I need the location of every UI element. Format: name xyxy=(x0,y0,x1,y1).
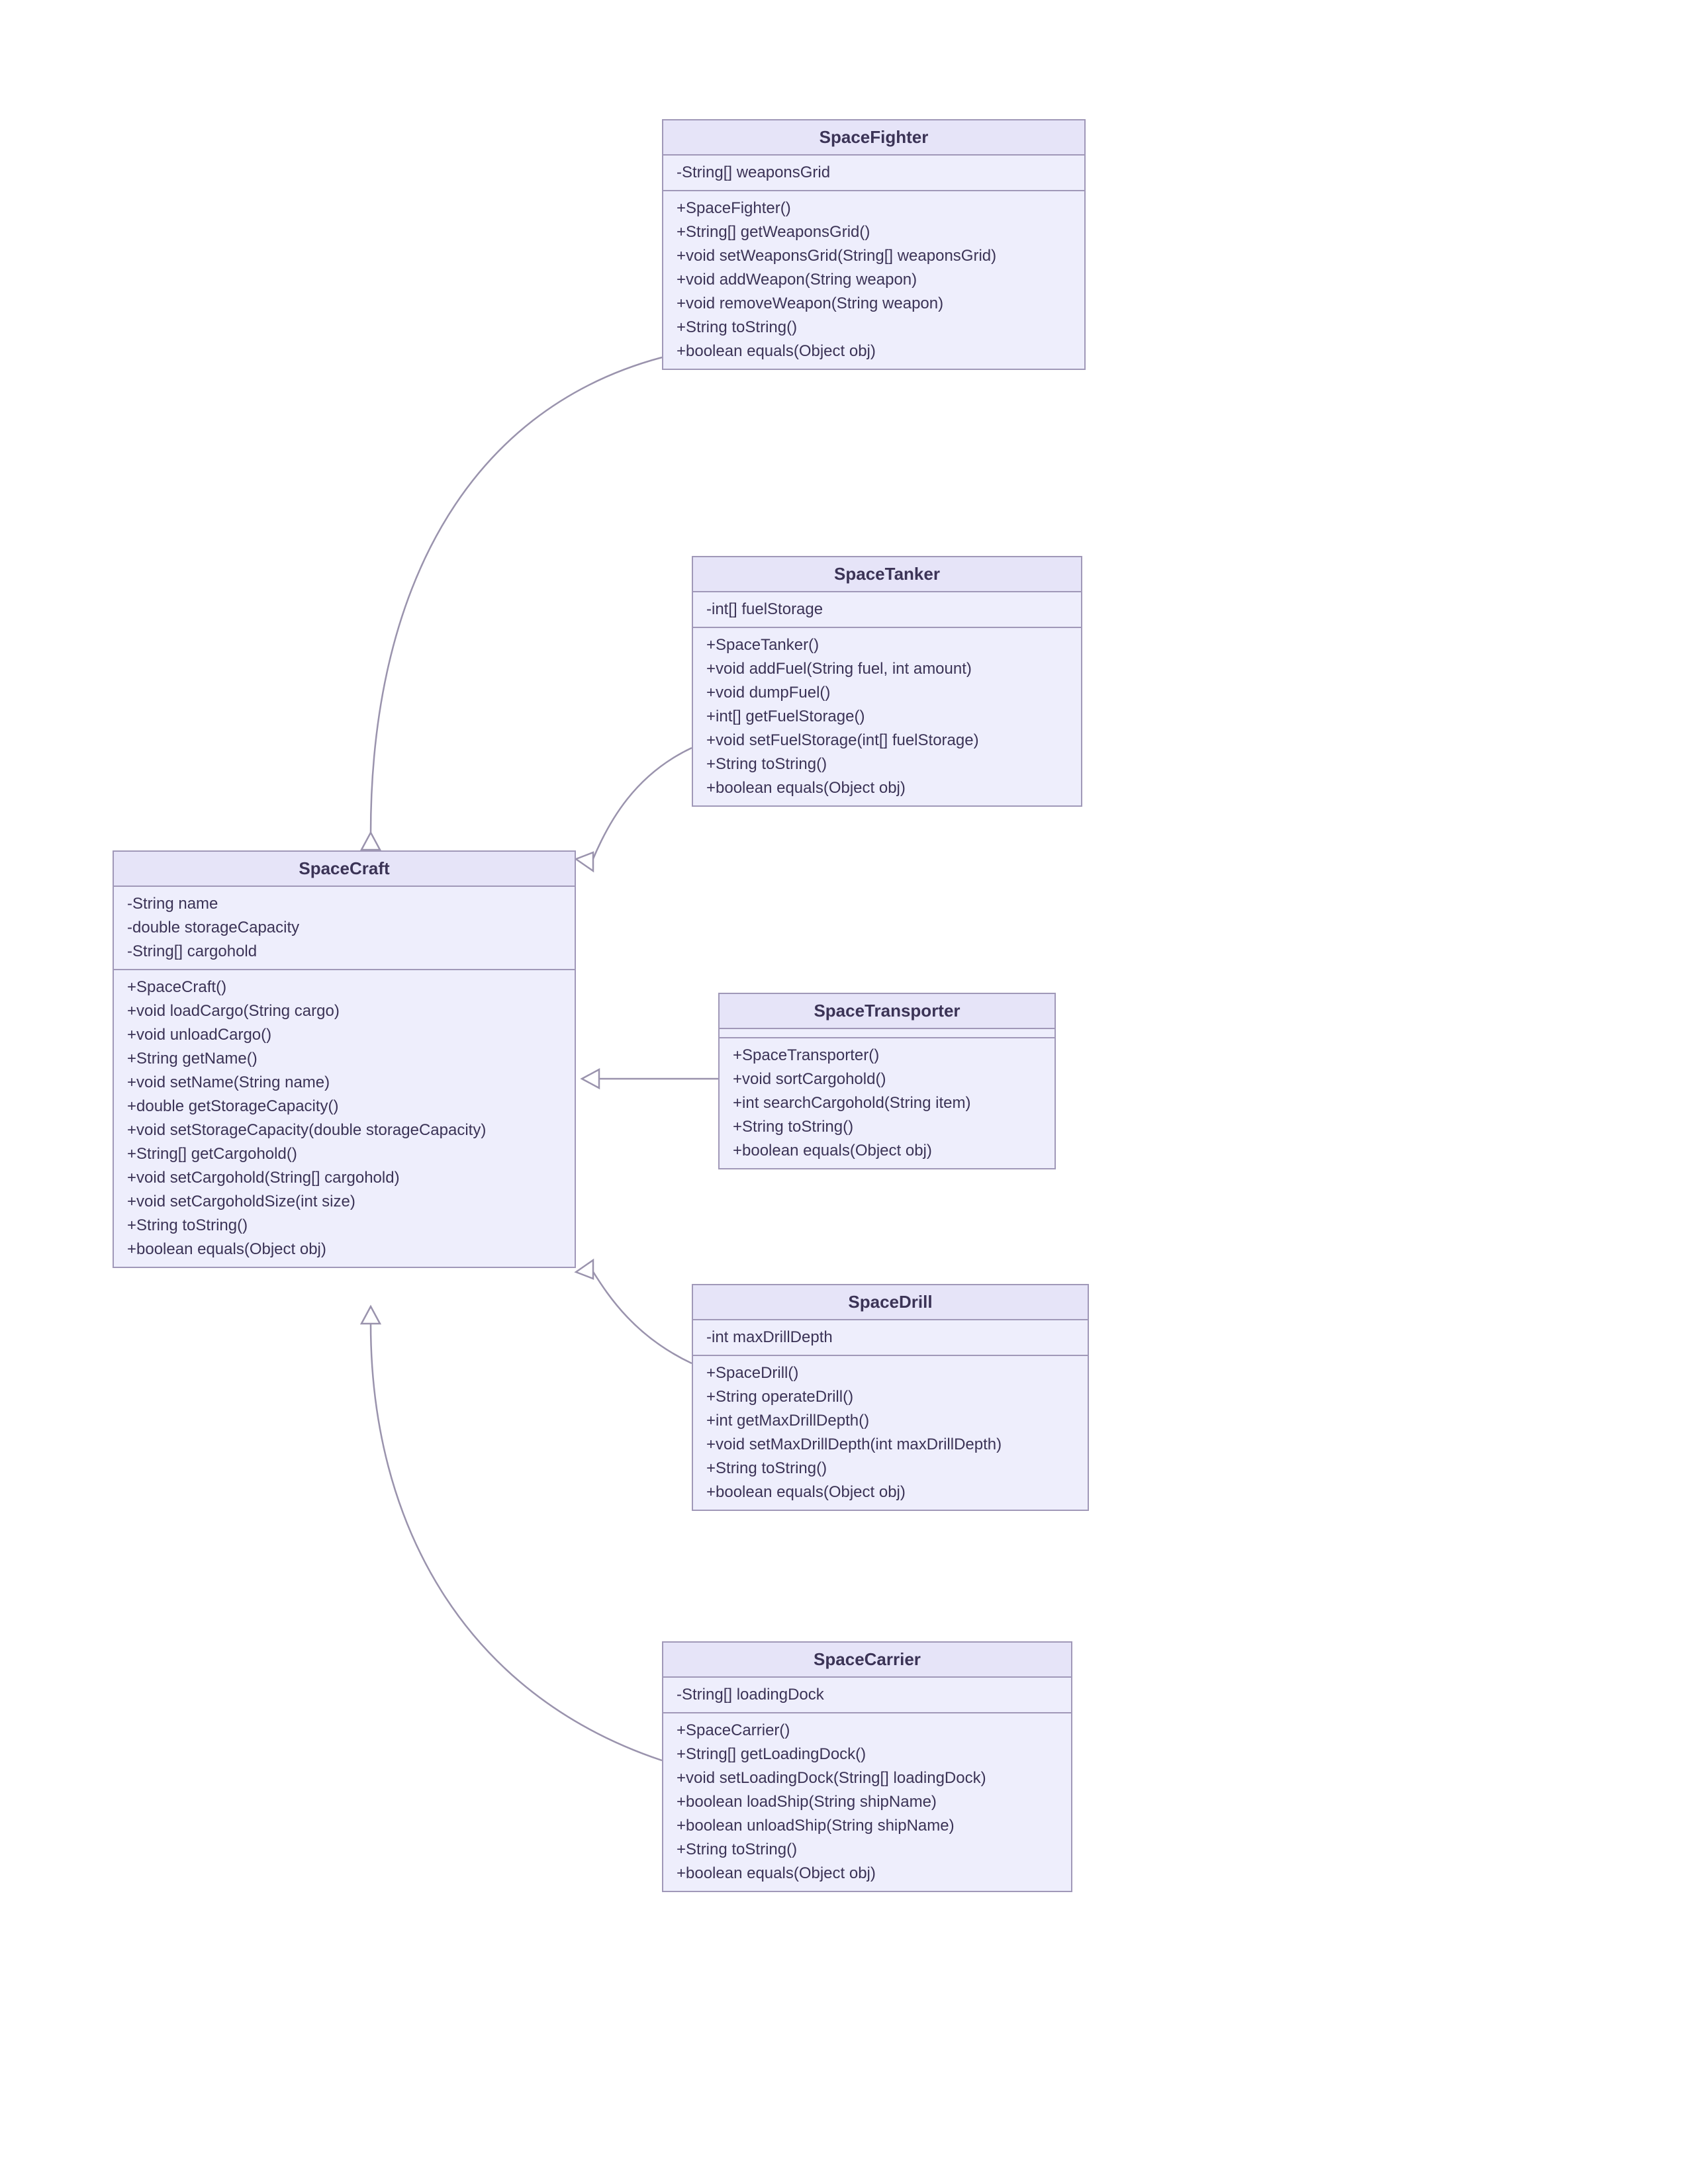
class-title: SpaceTransporter xyxy=(720,994,1055,1029)
attr: -String[] loadingDock xyxy=(677,1683,1058,1707)
method: +void setFuelStorage(int[] fuelStorage) xyxy=(706,729,1068,752)
method: +SpaceCraft() xyxy=(127,976,561,999)
attr: -String[] weaponsGrid xyxy=(677,161,1071,185)
method: +String toString() xyxy=(733,1115,1041,1139)
method: +void unloadCargo() xyxy=(127,1023,561,1047)
class-title: SpaceDrill xyxy=(693,1285,1088,1320)
method: +boolean equals(Object obj) xyxy=(733,1139,1041,1163)
method: +boolean loadShip(String shipName) xyxy=(677,1790,1058,1814)
methods-section: +SpaceTransporter() +void sortCargohold(… xyxy=(720,1038,1055,1168)
method: +int searchCargohold(String item) xyxy=(733,1091,1041,1115)
attr: -double storageCapacity xyxy=(127,916,561,940)
method: +SpaceTransporter() xyxy=(733,1044,1041,1068)
class-title: SpaceCraft xyxy=(114,852,575,887)
method: +void setLoadingDock(String[] loadingDoc… xyxy=(677,1766,1058,1790)
method: +void setMaxDrillDepth(int maxDrillDepth… xyxy=(706,1433,1074,1457)
class-title: SpaceFighter xyxy=(663,120,1084,156)
methods-section: +SpaceDrill() +String operateDrill() +in… xyxy=(693,1356,1088,1510)
methods-section: +SpaceCarrier() +String[] getLoadingDock… xyxy=(663,1713,1071,1891)
method: +boolean unloadShip(String shipName) xyxy=(677,1814,1058,1838)
class-spacecarrier[interactable]: SpaceCarrier -String[] loadingDock +Spac… xyxy=(662,1641,1072,1892)
method: +void setWeaponsGrid(String[] weaponsGri… xyxy=(677,244,1071,268)
methods-section: +SpaceTanker() +void addFuel(String fuel… xyxy=(693,628,1081,805)
edge-spacedrill-spacecraft xyxy=(592,1271,692,1363)
method: +int[] getFuelStorage() xyxy=(706,705,1068,729)
class-spacetransporter[interactable]: SpaceTransporter +SpaceTransporter() +vo… xyxy=(718,993,1056,1169)
methods-section: +SpaceFighter() +String[] getWeaponsGrid… xyxy=(663,191,1084,369)
attributes-section xyxy=(720,1029,1055,1038)
method: +String toString() xyxy=(677,316,1071,340)
method: +void loadCargo(String cargo) xyxy=(127,999,561,1023)
class-spacedrill[interactable]: SpaceDrill -int maxDrillDepth +SpaceDril… xyxy=(692,1284,1089,1511)
edge-spacefighter-spacecraft xyxy=(371,357,662,834)
edge-spacecarrier-spacecraft xyxy=(371,1324,662,1760)
method: +boolean equals(Object obj) xyxy=(677,1862,1058,1886)
method: +void sortCargohold() xyxy=(733,1068,1041,1091)
attributes-section: -String name -double storageCapacity -St… xyxy=(114,887,575,970)
method: +void addFuel(String fuel, int amount) xyxy=(706,657,1068,681)
class-spacecraft[interactable]: SpaceCraft -String name -double storageC… xyxy=(113,850,576,1268)
method: +String toString() xyxy=(706,752,1068,776)
method: +void removeWeapon(String weapon) xyxy=(677,292,1071,316)
method: +void addWeapon(String weapon) xyxy=(677,268,1071,292)
method: +int getMaxDrillDepth() xyxy=(706,1409,1074,1433)
methods-section: +SpaceCraft() +void loadCargo(String car… xyxy=(114,970,575,1267)
class-title: SpaceTanker xyxy=(693,557,1081,592)
method: +boolean equals(Object obj) xyxy=(706,1480,1074,1504)
edge-spacetanker-spacecraft xyxy=(592,748,692,860)
method: +SpaceCarrier() xyxy=(677,1719,1058,1743)
method: +String toString() xyxy=(677,1838,1058,1862)
method: +String operateDrill() xyxy=(706,1385,1074,1409)
attributes-section: -int maxDrillDepth xyxy=(693,1320,1088,1356)
method: +String toString() xyxy=(706,1457,1074,1480)
attributes-section: -String[] weaponsGrid xyxy=(663,156,1084,191)
method: +String toString() xyxy=(127,1214,561,1238)
method: +String[] getLoadingDock() xyxy=(677,1743,1058,1766)
method: +double getStorageCapacity() xyxy=(127,1095,561,1118)
attr: -int maxDrillDepth xyxy=(706,1326,1074,1349)
method: +void setStorageCapacity(double storageC… xyxy=(127,1118,561,1142)
class-spacetanker[interactable]: SpaceTanker -int[] fuelStorage +SpaceTan… xyxy=(692,556,1082,807)
attr: -int[] fuelStorage xyxy=(706,598,1068,621)
method: +void setName(String name) xyxy=(127,1071,561,1095)
method: +void dumpFuel() xyxy=(706,681,1068,705)
method: +SpaceDrill() xyxy=(706,1361,1074,1385)
method: +String[] getCargohold() xyxy=(127,1142,561,1166)
method: +SpaceFighter() xyxy=(677,197,1071,220)
method: +String[] getWeaponsGrid() xyxy=(677,220,1071,244)
attributes-section: -String[] loadingDock xyxy=(663,1678,1071,1713)
method: +void setCargohold(String[] cargohold) xyxy=(127,1166,561,1190)
method: +void setCargoholdSize(int size) xyxy=(127,1190,561,1214)
method: +boolean equals(Object obj) xyxy=(706,776,1068,800)
uml-canvas: SpaceCraft -String name -double storageC… xyxy=(0,0,1688,2184)
method: +String getName() xyxy=(127,1047,561,1071)
class-title: SpaceCarrier xyxy=(663,1643,1071,1678)
attributes-section: -int[] fuelStorage xyxy=(693,592,1081,628)
method: +boolean equals(Object obj) xyxy=(677,340,1071,363)
method: +boolean equals(Object obj) xyxy=(127,1238,561,1261)
method: +SpaceTanker() xyxy=(706,633,1068,657)
attr: -String[] cargohold xyxy=(127,940,561,964)
attr: -String name xyxy=(127,892,561,916)
class-spacefighter[interactable]: SpaceFighter -String[] weaponsGrid +Spac… xyxy=(662,119,1086,370)
